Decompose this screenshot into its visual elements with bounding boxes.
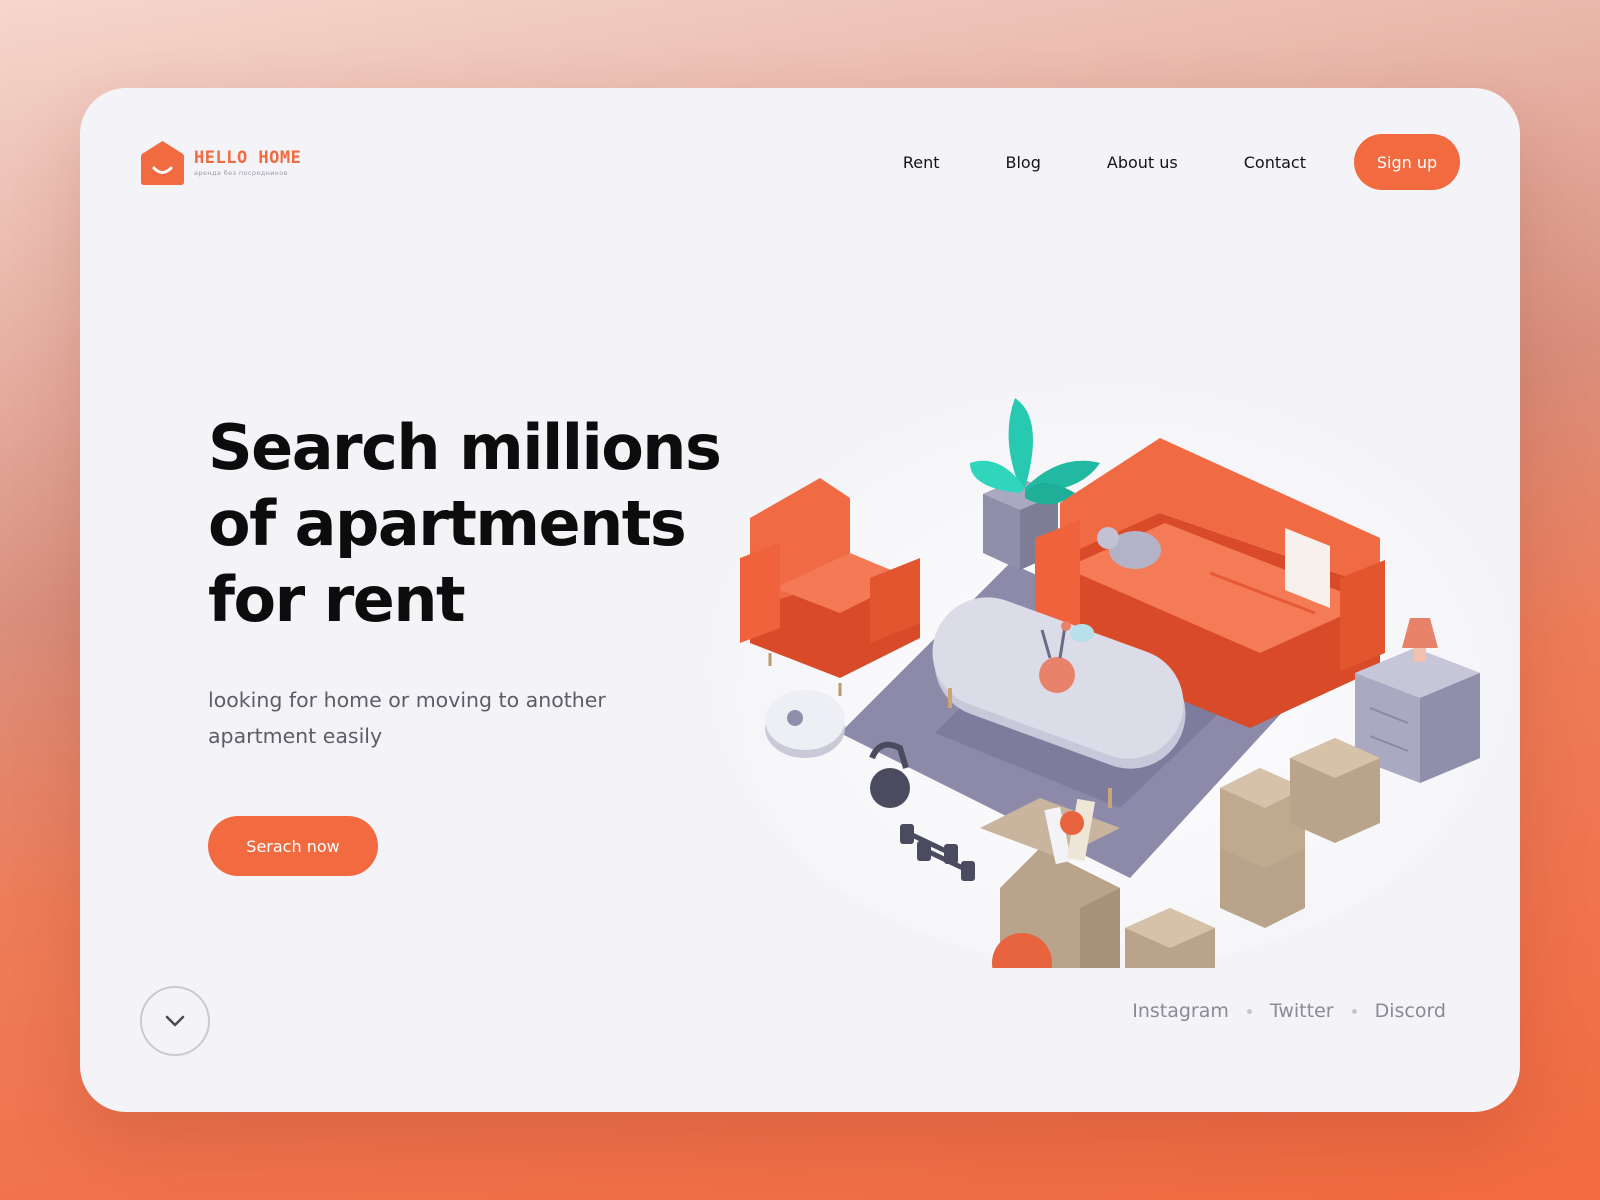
logo[interactable]: HELLO HOME аренда без посредников [140, 138, 301, 188]
main-nav: Rent Blog About us Contact Sign up [903, 134, 1460, 190]
house-smile-icon [141, 141, 184, 185]
landing-card: HELLO HOME аренда без посредников Rent B… [80, 88, 1520, 1112]
hero-subtitle-line: apartment easily [208, 724, 383, 748]
nav-item-rent[interactable]: Rent [903, 153, 940, 172]
hero-title-line: of apartments [208, 487, 687, 560]
hero-subtitle: looking for home or moving to another ap… [208, 682, 638, 754]
separator-dot [1351, 1008, 1357, 1014]
robot-vacuum [765, 690, 845, 758]
nav-item-blog[interactable]: Blog [1006, 153, 1041, 172]
nav-item-about-us[interactable]: About us [1107, 153, 1178, 172]
brand-name: HELLO HOME [194, 147, 302, 168]
hero-subtitle-line: looking for home or moving to another [208, 688, 606, 712]
social-link-twitter[interactable]: Twitter [1270, 1000, 1334, 1022]
hero-title-line: for rent [208, 563, 466, 636]
social-links: Instagram Twitter Discord [1132, 1000, 1446, 1022]
sign-up-button[interactable]: Sign up [1354, 134, 1460, 190]
chevron-down-icon [165, 1015, 185, 1027]
hero-title-line: Search millions [208, 411, 722, 484]
scroll-down-button[interactable] [140, 986, 210, 1056]
isometric-living-room-illustration [710, 368, 1510, 968]
separator-dot [1246, 1008, 1252, 1014]
social-link-discord[interactable]: Discord [1375, 1000, 1446, 1022]
brand-tagline: аренда без посредников [194, 168, 288, 177]
nav-item-contact[interactable]: Contact [1244, 153, 1306, 172]
social-link-instagram[interactable]: Instagram [1132, 1000, 1229, 1022]
search-now-button[interactable]: Serach now [208, 816, 378, 876]
